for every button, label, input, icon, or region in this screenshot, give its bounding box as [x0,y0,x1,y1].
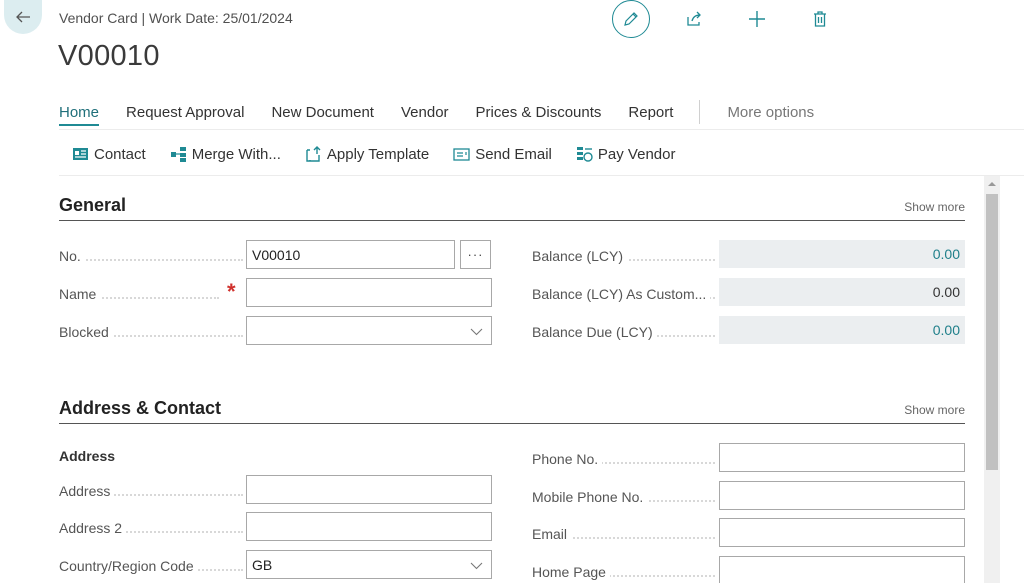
action-menu: Home Request Approval New Document Vendo… [59,100,841,126]
delete-button[interactable] [801,0,839,38]
country-region-field: Country/Region Code GB [59,550,492,580]
general-show-more[interactable]: Show more [904,200,965,214]
pay-vendor-icon [576,146,593,162]
apply-template-label: Apply Template [326,145,430,163]
apply-template-action[interactable]: Apply Template [305,146,429,163]
name-input[interactable] [246,278,492,307]
address-label: Address [59,483,115,499]
contact-action[interactable]: Contact [72,146,146,163]
mobile-phone-field: Mobile Phone No. [532,481,965,511]
merge-with-action[interactable]: Merge With... [170,146,281,163]
balance-lcy-label: Balance (LCY) [532,248,628,264]
address-field: Address [59,475,492,505]
pay-vendor-label: Pay Vendor [597,145,676,163]
balance-due-field: Balance Due (LCY) 0.00 [532,316,965,346]
address-input[interactable] [246,475,492,504]
address-contact-show-more[interactable]: Show more [904,403,965,417]
no-input[interactable]: V00010 [246,240,455,269]
no-field: No. V00010 ··· [59,240,492,270]
apply-template-icon [306,145,321,162]
address2-input[interactable] [246,512,492,541]
phone-input[interactable] [719,443,965,472]
country-region-select[interactable]: GB [246,550,492,579]
phone-field: Phone No. [532,443,965,473]
email-input[interactable] [719,518,965,547]
share-button[interactable] [675,0,713,38]
blocked-field: Blocked [59,316,492,346]
header-actions [612,0,864,38]
menu-prices-discounts[interactable]: Prices & Discounts [476,104,602,121]
balance-due-label: Balance Due (LCY) [532,324,657,340]
share-icon [687,11,701,26]
address-contact-title[interactable]: Address & Contact [59,398,221,419]
scroll-thumb[interactable] [986,194,998,470]
home-page-label: Home Page [532,564,610,580]
mobile-phone-input[interactable] [719,481,965,510]
blocked-label: Blocked [59,324,113,340]
blocked-select[interactable] [246,316,492,345]
page-title: V00010 [58,40,160,72]
chevron-down-icon [470,562,483,570]
merge-icon [170,146,186,162]
caret-up-icon [988,182,996,186]
balance-lcy-value[interactable]: 0.00 [719,240,965,268]
general-section-header: General Show more [59,195,965,221]
phone-label: Phone No. [532,451,603,467]
action-divider [59,175,1024,176]
menu-request-approval[interactable]: Request Approval [126,104,244,121]
scroll-up-button[interactable] [984,176,1000,192]
email-field: Email [532,518,965,548]
vertical-scrollbar[interactable] [984,176,1000,583]
name-field: Name * [59,278,492,308]
plus-icon [749,11,765,27]
leader-dots [59,259,243,261]
merge-with-label: Merge With... [191,145,281,163]
country-region-label: Country/Region Code [59,558,198,574]
pencil-icon [624,12,638,26]
action-bar: Contact Merge With... Apply Template Sen… [72,143,699,165]
address2-field: Address 2 [59,512,492,542]
general-title[interactable]: General [59,195,126,216]
balance-due-value[interactable]: 0.00 [719,316,965,344]
back-button[interactable] [4,0,42,34]
address2-label: Address 2 [59,520,127,536]
send-email-label: Send Email [475,145,552,163]
edit-button[interactable] [612,0,650,38]
address-contact-section-header: Address & Contact Show more [59,398,965,424]
no-lookup-button[interactable]: ··· [460,240,491,269]
home-page-input[interactable] [719,556,965,583]
chevron-down-icon [470,328,483,336]
balance-as-customer-field: Balance (LCY) As Custom... 0.00 [532,278,965,308]
mobile-phone-label: Mobile Phone No. [532,489,648,505]
balance-as-customer-label: Balance (LCY) As Custom... [532,286,711,302]
balance-as-customer-value: 0.00 [719,278,965,306]
send-email-action[interactable]: Send Email [453,146,552,163]
required-indicator: * [227,279,236,304]
menu-divider [59,129,1024,130]
no-label: No. [59,248,85,264]
menu-report[interactable]: Report [628,104,673,121]
email-label: Email [532,526,572,542]
name-label: Name [59,286,101,302]
menu-new-document[interactable]: New Document [271,104,374,121]
contact-label: Contact [94,145,146,163]
trash-icon [814,11,826,27]
menu-more-options[interactable]: More options [727,104,814,121]
address-subheading: Address [59,448,116,464]
country-region-value: GB [252,557,273,573]
pay-vendor-action[interactable]: Pay Vendor [576,145,676,163]
menu-vendor[interactable]: Vendor [401,104,449,121]
breadcrumb: Vendor Card | Work Date: 25/01/2024 [59,10,293,26]
arrow-left-icon [16,11,30,23]
home-page-field: Home Page [532,556,965,583]
menu-separator [699,100,701,124]
menu-home[interactable]: Home [59,104,100,126]
contact-card-icon [73,147,88,160]
balance-lcy-field: Balance (LCY) 0.00 [532,240,965,270]
email-icon [453,147,470,161]
new-button[interactable] [738,0,776,38]
